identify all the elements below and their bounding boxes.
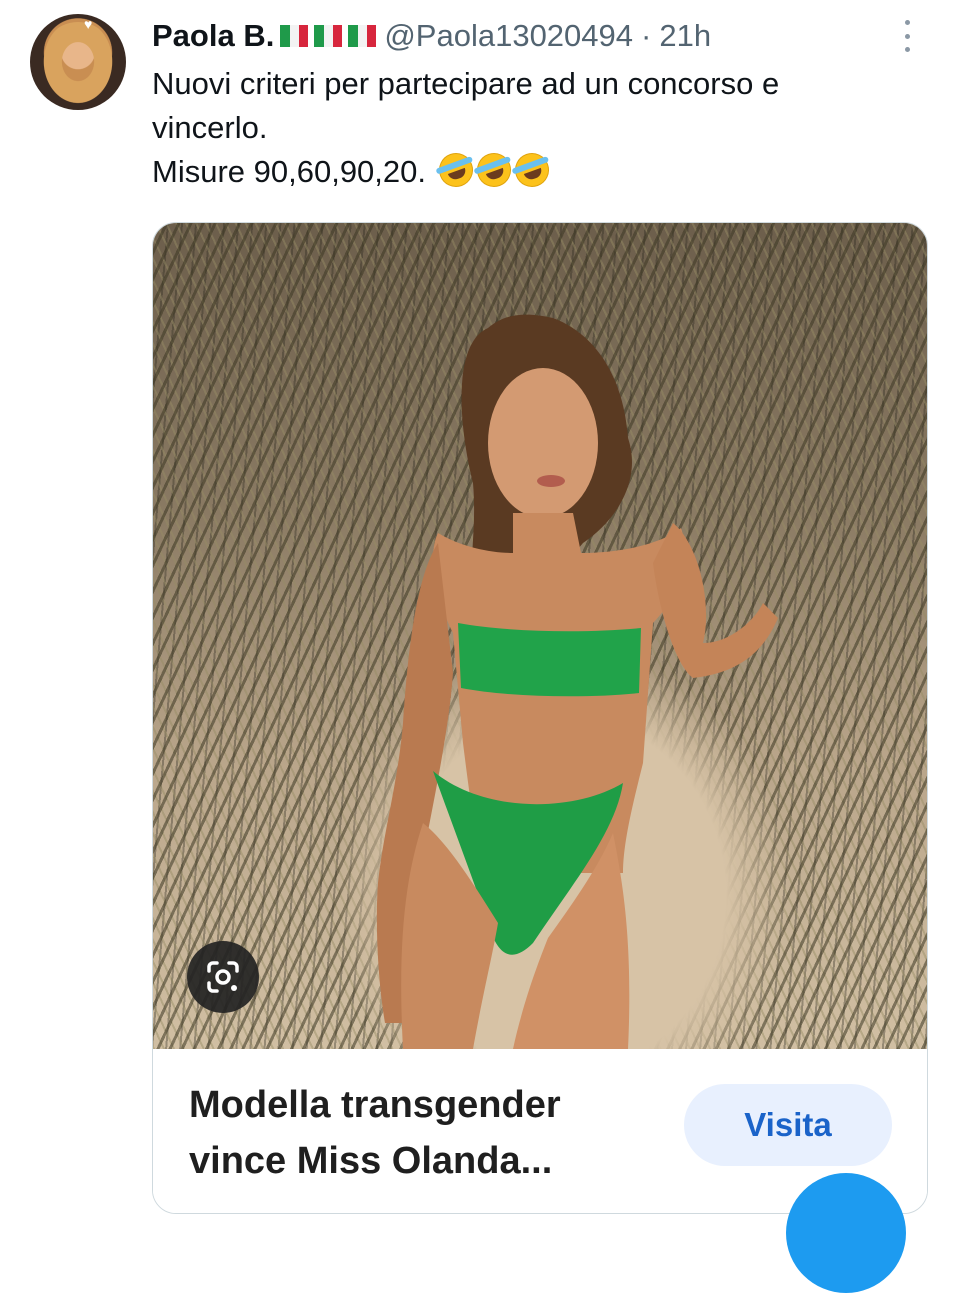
italy-flag-icon: [314, 25, 343, 47]
author-avatar[interactable]: ♥: [30, 14, 126, 110]
rolling-on-floor-laughing-emoji-icon: [471, 148, 516, 192]
author-name[interactable]: Paola B.: [152, 18, 274, 54]
tweet-line: Nuovi criteri per partecipare ad un conc…: [152, 66, 780, 101]
italy-flag-icon: [280, 25, 309, 47]
tweet-line: Misure 90,60,90,20.: [152, 154, 427, 189]
rolling-on-floor-laughing-emoji-icon: [433, 148, 478, 192]
italy-flag-icon: [348, 25, 377, 47]
rolling-on-floor-laughing-emoji-icon: [509, 148, 554, 192]
compose-fab-button[interactable]: [786, 1173, 906, 1293]
heart-icon: ♥: [84, 16, 93, 32]
card-title[interactable]: Modella transgender vince Miss Olanda...: [189, 1077, 629, 1189]
link-preview-card[interactable]: Modella transgender vince Miss Olanda...…: [152, 222, 928, 1214]
model-figure: [376, 314, 778, 1049]
tweet-line: vincerlo.: [152, 110, 268, 145]
separator-dot: ·: [641, 18, 652, 53]
flag-group: [278, 25, 377, 47]
card-title-line: Modella transgender: [189, 1084, 561, 1126]
tweet-text: Nuovi criteri per partecipare ad un conc…: [152, 62, 932, 194]
lens-glyph: [207, 961, 239, 993]
avatar-hair: [38, 22, 118, 110]
tweet-line-with-emojis: Misure 90,60,90,20.: [152, 148, 932, 194]
card-photo[interactable]: [153, 223, 927, 1049]
more-options-icon[interactable]: [900, 20, 914, 52]
tweet-timestamp[interactable]: 21h: [659, 18, 711, 54]
google-lens-icon[interactable]: [187, 941, 259, 1013]
card-title-line: vince Miss Olanda...: [189, 1140, 553, 1182]
author-handle[interactable]: @Paola13020494: [384, 18, 633, 54]
visit-button[interactable]: Visita: [684, 1084, 892, 1166]
tweet-header: Paola B. @Paola13020494 · 21h: [152, 14, 711, 58]
